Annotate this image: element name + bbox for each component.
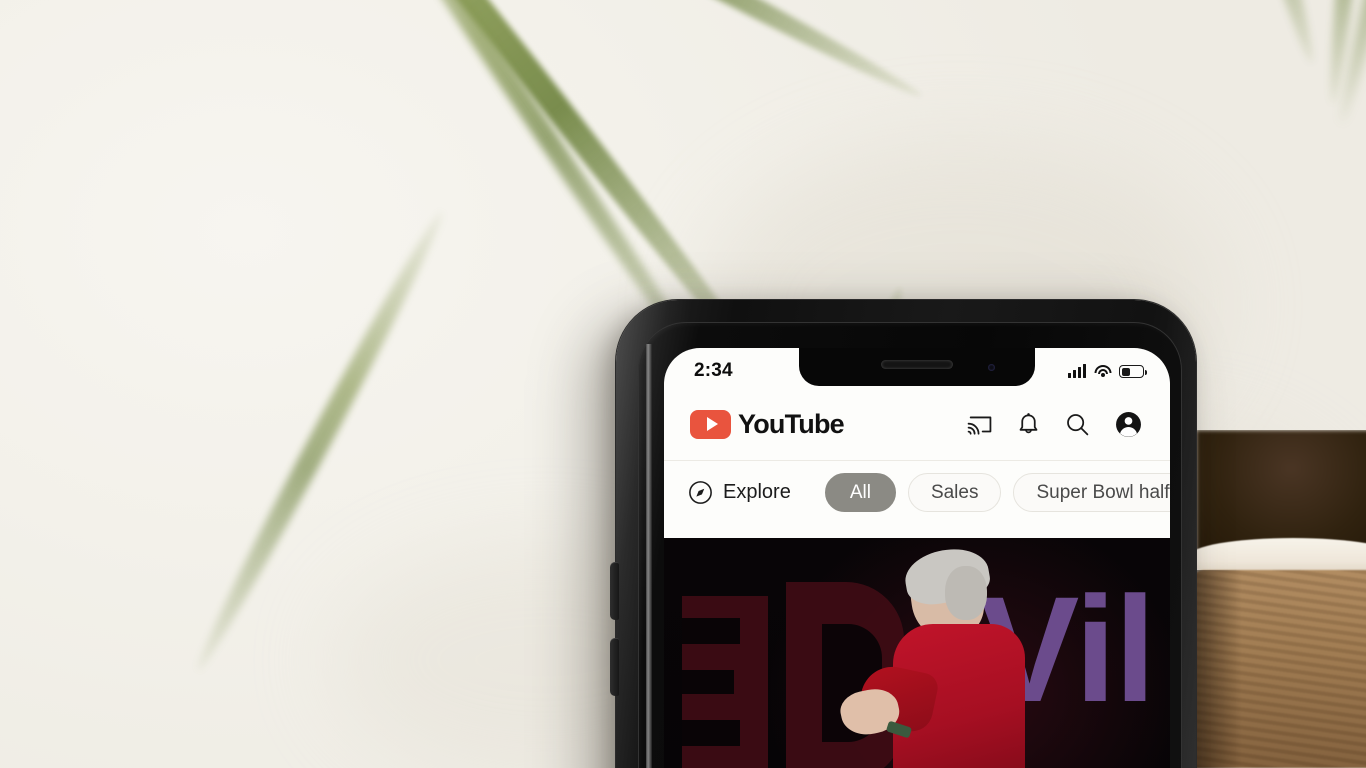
explore-label: Explore bbox=[723, 481, 791, 503]
bell-icon[interactable] bbox=[1017, 412, 1040, 437]
header-actions bbox=[967, 411, 1142, 438]
compass-icon bbox=[688, 480, 713, 505]
cellular-signal-icon bbox=[1068, 364, 1086, 378]
chip-sales[interactable]: Sales bbox=[907, 473, 1002, 512]
chip-super-bowl-halftime[interactable]: Super Bowl halftim bbox=[1013, 473, 1170, 512]
chips-list: All Sales Super Bowl halftim bbox=[824, 473, 1170, 512]
smartphone: 2:34 YouTube Explore All Sales Super Bow… bbox=[610, 300, 1196, 768]
status-indicators bbox=[1068, 364, 1147, 378]
battery-icon bbox=[1119, 365, 1147, 378]
video-thumbnail[interactable]: Vil bbox=[664, 538, 1170, 768]
phone-metal-band bbox=[646, 344, 652, 768]
cast-icon[interactable] bbox=[967, 413, 992, 435]
youtube-logo[interactable]: YouTube bbox=[690, 408, 845, 440]
status-bar: 2:34 bbox=[664, 348, 1170, 388]
volume-up-button[interactable] bbox=[610, 562, 619, 620]
stage-letter-e bbox=[682, 596, 768, 768]
volume-down-button[interactable] bbox=[610, 638, 619, 696]
speaker-hair-back bbox=[944, 566, 987, 620]
chip-all[interactable]: All bbox=[824, 473, 896, 512]
wifi-icon bbox=[1094, 365, 1111, 378]
explore-button[interactable]: Explore bbox=[688, 480, 809, 505]
search-icon[interactable] bbox=[1065, 412, 1090, 437]
status-clock: 2:34 bbox=[694, 360, 733, 381]
phone-screen[interactable]: 2:34 YouTube Explore All Sales Super Bow… bbox=[664, 348, 1170, 768]
youtube-wordmark: YouTube bbox=[738, 408, 845, 439]
youtube-play-icon bbox=[690, 409, 731, 439]
youtube-header: YouTube bbox=[664, 388, 1170, 460]
filter-chips-row: Explore All Sales Super Bowl halftim bbox=[664, 460, 1170, 524]
app-chrome: 2:34 YouTube Explore All Sales Super Bow… bbox=[664, 348, 1170, 538]
video-speaker-figure bbox=[836, 543, 1027, 768]
plant-pot bbox=[1196, 430, 1366, 768]
pot-shadow bbox=[1196, 570, 1242, 768]
photo-scene: 2:34 YouTube Explore All Sales Super Bow… bbox=[0, 0, 1366, 768]
account-avatar-icon[interactable] bbox=[1115, 411, 1142, 438]
